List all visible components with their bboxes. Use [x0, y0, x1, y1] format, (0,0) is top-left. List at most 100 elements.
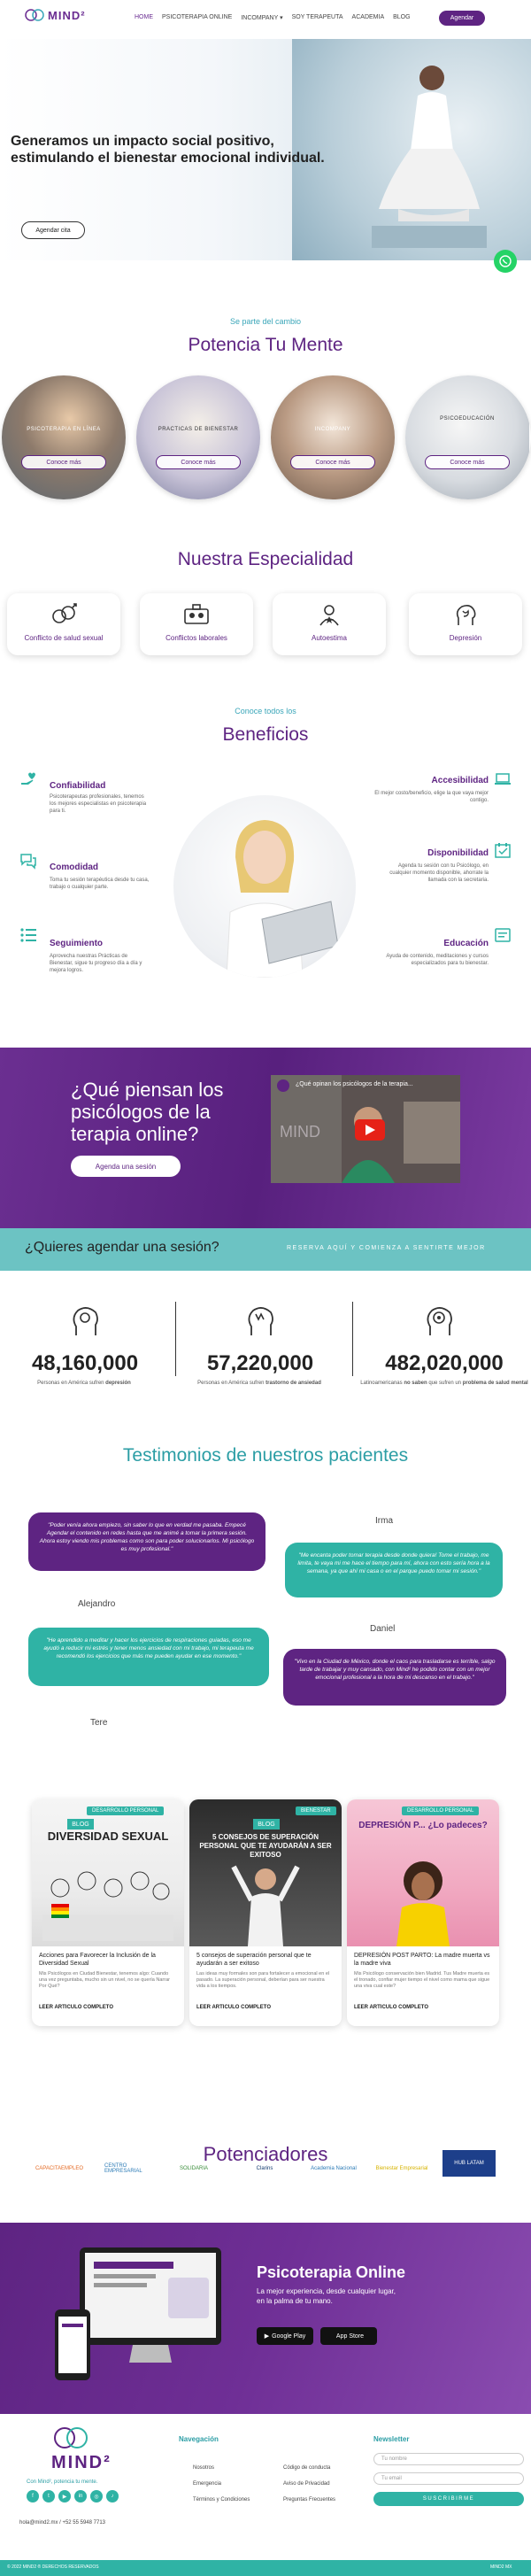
agendar-header-button[interactable]: Agendar — [439, 11, 485, 26]
calendar-check-icon — [495, 843, 511, 858]
footer-link[interactable]: Preguntas Frecuentes — [283, 2497, 335, 2503]
google-play-icon: ▶ — [264, 2333, 270, 2340]
testimonial-name: Alejandro — [78, 1599, 116, 1609]
conoce-mas-button[interactable]: Conoce más — [21, 455, 106, 469]
twitter-icon[interactable]: t — [42, 2490, 55, 2503]
partner-logo: HUB LATAM — [442, 2150, 496, 2177]
app-store-button[interactable]: App Store — [320, 2327, 377, 2345]
footer-link[interactable]: Emergencia — [193, 2481, 221, 2487]
spec-card-laborales[interactable]: Conflictos laborales — [140, 593, 253, 655]
blog-heading: DEPRESIÓN P... ¿Lo padeces? — [358, 1821, 488, 1830]
read-more-link[interactable]: LEER ARTICULO COMPLETO — [39, 2005, 113, 2010]
whatsapp-button[interactable] — [494, 250, 517, 273]
nav-item-psicoterapia[interactable]: PSICOTERAPIA ONLINE — [162, 14, 232, 21]
spec-card-depresion[interactable]: Depresión — [409, 593, 522, 655]
logo[interactable]: MIND² — [25, 7, 86, 23]
stat-divider — [175, 1302, 176, 1376]
stat-text-bold: depresión — [105, 1381, 131, 1386]
card-psicoterapia[interactable]: PSICOTERAPIA EN LÍNEA Conoce más — [2, 375, 126, 499]
blog-badge: BLOG — [67, 1819, 94, 1830]
newsletter-email-input[interactable]: Tu email — [373, 2472, 524, 2485]
testimonial-bubble: "Vivo en la Ciudad de México, donde el c… — [283, 1649, 506, 1706]
partner-logo: Academia Nacional — [306, 2159, 361, 2178]
footer-link[interactable]: Aviso de Privacidad — [283, 2481, 330, 2487]
agenda-sesion-button[interactable]: Agenda una sesión — [71, 1156, 181, 1177]
google-play-label: Google Play — [272, 2332, 306, 2340]
youtube-icon[interactable]: ▶ — [58, 2490, 71, 2503]
newsletter-name-input[interactable]: Tu nombre — [373, 2453, 524, 2465]
logo-icon — [25, 9, 44, 21]
read-more-link[interactable]: LEER ARTICULO COMPLETO — [354, 2005, 428, 2010]
nav-item-incompany[interactable]: INCOMPANY ▾ — [241, 14, 282, 21]
blog-title[interactable]: 5 consejos de superación personal que te… — [196, 1952, 335, 1968]
agenda-subtext[interactable]: RESERVA AQUÍ Y COMIENZA A SENTIRTE MEJOR — [287, 1245, 486, 1251]
subscribe-button[interactable]: SUSCRIBIRME — [373, 2492, 524, 2506]
self-esteem-icon — [319, 605, 339, 626]
footer-logo-text[interactable]: MIND² — [51, 2453, 112, 2473]
laptop-icon — [495, 773, 511, 785]
card-psicoeducacion[interactable]: PSICOEDUCACIÓN Conoce más — [405, 375, 531, 499]
partner-name: CENTRO EMPRESARIAL — [104, 2163, 142, 2174]
video-player[interactable]: MIND — [271, 1075, 460, 1183]
footer-link[interactable]: Código de conducta — [283, 2465, 330, 2471]
site-header: MIND² HOME PSICOTERAPIA ONLINE INCOMPANY… — [0, 0, 531, 39]
footer-contact[interactable]: hola@mind2.mx / +52 55 5948 7713 — [19, 2520, 105, 2526]
logo-text: MIND² — [48, 8, 86, 22]
spec-card-autoestima[interactable]: Autoestima — [273, 593, 386, 655]
nav-item-blog[interactable]: BLOG — [393, 14, 410, 21]
beneficios-kicker: Conoce todos los — [235, 707, 296, 716]
stat-divider — [352, 1302, 353, 1376]
blog-card[interactable]: BIENESTAR BLOG 5 CONSEJOS DE SUPERACIÓN … — [189, 1799, 342, 2026]
work-conflict-icon — [184, 604, 209, 624]
card-practicas[interactable]: PRACTICAS DE BIENESTAR Conoce más — [136, 375, 260, 499]
card-incompany[interactable]: INCOMPANY Conoce más — [271, 375, 395, 499]
blog-category-tag[interactable]: DESARROLLO PERSONAL — [87, 1806, 165, 1815]
google-play-button[interactable]: ▶ Google Play — [257, 2327, 313, 2345]
blog-success-illustration — [231, 1865, 300, 1946]
video-question: ¿Qué piensan los psicólogos de la terapi… — [71, 1079, 224, 1145]
partner-name: CAPACITAEMPLEO — [35, 2166, 84, 2171]
stat-text: Personas en América sufren trastorno de … — [175, 1380, 343, 1387]
stat-text-c: que sufren un — [428, 1381, 462, 1386]
spec-card-sexual[interactable]: Conflicto de salud sexual — [7, 593, 120, 655]
nav-item-terapeuta[interactable]: SOY TERAPEUTA — [292, 14, 343, 21]
blog-card[interactable]: DESARROLLO PERSONAL DEPRESIÓN P... ¿Lo p… — [347, 1799, 499, 2026]
nav-item-home[interactable]: HOME — [135, 14, 153, 21]
card-label: PSICOTERAPIA EN LÍNEA — [27, 427, 101, 432]
hero-title: Generamos un impacto social positivo, es… — [11, 134, 325, 166]
partner-name: Clarins — [256, 2166, 273, 2171]
sexual-health-icon — [52, 603, 77, 623]
blog-heading: 5 CONSEJOS DE SUPERACIÓN PERSONAL QUE TE… — [199, 1833, 332, 1859]
conoce-mas-button[interactable]: Conoce más — [156, 455, 241, 469]
head-anxiety-icon — [248, 1307, 273, 1335]
blog-badge: BLOG — [253, 1819, 280, 1830]
practicas-image — [136, 375, 260, 499]
nav-item-academia[interactable]: ACADEMIA — [352, 14, 385, 21]
especialidad-title: Nuestra Especialidad — [177, 549, 354, 569]
blog-card[interactable]: DESARROLLO PERSONAL BLOG DIVERSIDAD SEXU… — [32, 1799, 184, 2026]
linkedin-icon[interactable]: in — [74, 2490, 87, 2503]
agendar-cita-button[interactable]: Agendar cita — [21, 221, 85, 239]
app-subtitle: La mejor experiencia, desde cualquier lu… — [257, 2287, 396, 2305]
spec-label: Depresión — [449, 634, 482, 642]
blog-category-tag[interactable]: BIENESTAR — [296, 1806, 336, 1815]
footer-nav-title: Navegación — [179, 2435, 219, 2443]
footer-link[interactable]: Términos y Condiciones — [193, 2497, 250, 2503]
blog-title[interactable]: DEPRESIÓN POST PARTO: La madre muerta vs… — [354, 1952, 492, 1968]
blog-category-tag[interactable]: DESARROLLO PERSONAL — [402, 1806, 480, 1815]
incompany-image — [271, 375, 395, 499]
tiktok-icon[interactable]: ♪ — [106, 2490, 119, 2503]
trust-hand-icon — [21, 772, 35, 785]
facebook-icon[interactable]: f — [27, 2490, 39, 2503]
blog-title[interactable]: Acciones para Favorecer la Inclusión de … — [39, 1952, 177, 1968]
read-more-link[interactable]: LEER ARTICULO COMPLETO — [196, 2005, 271, 2010]
whatsapp-icon — [499, 255, 512, 267]
page: MIND² HOME PSICOTERAPIA ONLINE INCOMPANY… — [0, 0, 531, 2576]
footer-link[interactable]: Nosotros — [193, 2465, 214, 2471]
conoce-mas-button[interactable]: Conoce más — [425, 455, 510, 469]
conoce-mas-button[interactable]: Conoce más — [290, 455, 375, 469]
stat-text-bold: no saben — [404, 1381, 427, 1386]
instagram-icon[interactable]: ◎ — [90, 2490, 103, 2503]
agenda-question: ¿Quieres agendar una sesión? — [25, 1240, 219, 1255]
chat-bubbles-icon — [20, 854, 36, 870]
